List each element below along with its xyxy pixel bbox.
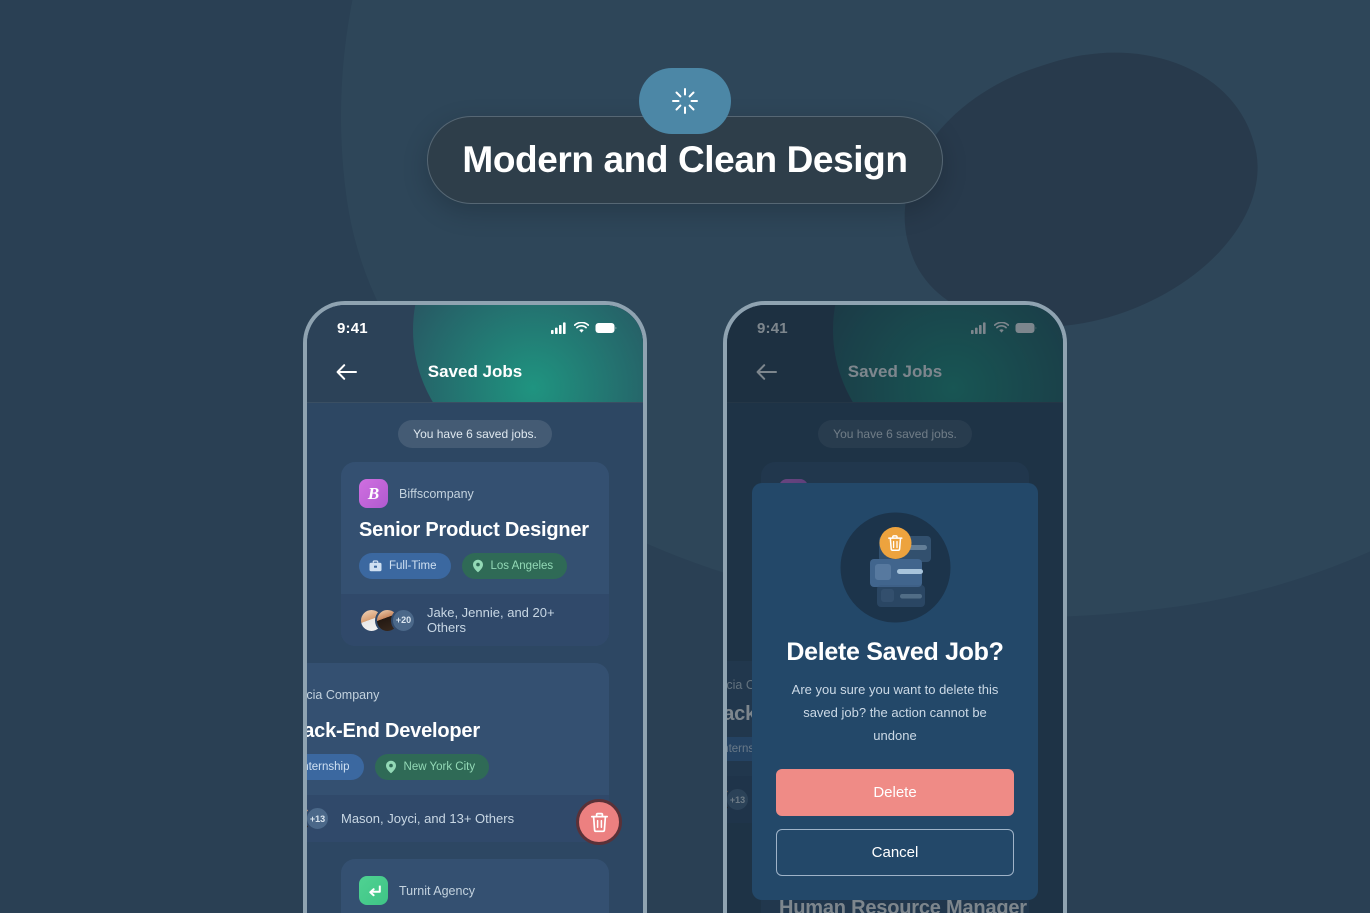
saved-count-badge: You have 6 saved jobs.	[398, 420, 552, 448]
company-name: Biffscompany	[399, 486, 474, 501]
job-card-body: B Biffscompany Senior Product Designer F…	[341, 462, 609, 594]
delete-button[interactable]: Delete	[776, 769, 1014, 817]
job-location-chip: Los Angeles	[461, 553, 568, 579]
app-screen-left: 9:41 Saved Jobs You have 6 saved jobs. B…	[307, 305, 643, 913]
poster-canvas: Modern and Clean Design 9:41 Saved Jobs …	[0, 0, 1370, 913]
company-name: Macia Company	[307, 687, 380, 702]
turnit-agency-logo-icon	[359, 876, 388, 905]
job-type-chip: Internship	[307, 754, 364, 780]
job-type-label: Internship	[307, 761, 350, 773]
dialog-message: Are you sure you want to delete this sav…	[791, 682, 999, 743]
job-type-label: Full-Time	[389, 560, 437, 572]
job-card-body: Turnit Agency Human Resource Manager Ful…	[341, 859, 609, 913]
applicant-avatars: +13	[307, 806, 330, 831]
banner-badge	[639, 68, 731, 134]
company-logo-letter: B	[367, 483, 380, 503]
cellular-signal-icon	[551, 322, 566, 334]
job-card[interactable]: Turnit Agency Human Resource Manager Ful…	[341, 859, 609, 913]
delete-document-illustration	[837, 509, 954, 626]
job-card-footer: +13 Mason, Joyci, and 13+ Others	[307, 795, 609, 842]
job-location-chip: New York City	[374, 754, 490, 780]
job-chip-row: Full-Time Los Angeles	[359, 553, 591, 579]
saved-count-wrap: You have 6 saved jobs.	[307, 403, 643, 462]
dialog-title: Delete Saved Job?	[786, 638, 1004, 666]
company-row: M Macia Company	[307, 680, 591, 709]
wifi-icon	[574, 322, 589, 333]
back-button[interactable]	[331, 357, 361, 387]
delete-confirm-dialog: Delete Saved Job? Are you sure you want …	[752, 483, 1038, 901]
app-body-left: You have 6 saved jobs. B Biffscompany Se…	[307, 403, 643, 913]
map-pin-icon	[385, 760, 396, 774]
avatar-more-badge: +13	[307, 806, 330, 831]
return-arrow-icon	[368, 885, 381, 897]
company-row: Turnit Agency	[359, 876, 591, 905]
applicant-avatars: +20	[359, 607, 416, 633]
company-row: B Biffscompany	[359, 479, 591, 508]
saved-jobs-list[interactable]: B Biffscompany Senior Product Designer F…	[307, 462, 643, 913]
phone-mockup-left: 9:41 Saved Jobs You have 6 saved jobs. B…	[303, 301, 647, 913]
header-banner: Modern and Clean Design	[427, 68, 943, 204]
arrow-left-icon	[336, 364, 357, 380]
app-screen-right: 9:41	[727, 305, 1063, 913]
nav-bar-left: Saved Jobs	[307, 345, 643, 399]
trash-icon	[590, 812, 608, 832]
job-card[interactable]: M Macia Company Back-End Developer Inter…	[307, 663, 609, 842]
job-card-body: M Macia Company Back-End Developer Inter…	[307, 663, 609, 795]
company-name: Turnit Agency	[399, 883, 475, 898]
cancel-button[interactable]: Cancel	[776, 829, 1014, 877]
job-title: Senior Product Designer	[359, 519, 589, 541]
applicants-text: Mason, Joyci, and 13+ Others	[341, 811, 515, 826]
status-icons	[551, 322, 617, 334]
job-card[interactable]: B Biffscompany Senior Product Designer F…	[341, 462, 609, 646]
map-pin-icon	[472, 559, 483, 573]
job-location-label: Los Angeles	[490, 560, 554, 572]
job-title: Back-End Developer	[307, 720, 480, 742]
avatar-more-badge: +20	[391, 607, 416, 633]
sparkle-loading-icon	[672, 88, 698, 114]
phone-mockup-right: 9:41	[723, 301, 1067, 913]
status-time: 9:41	[337, 319, 368, 337]
biffscompany-logo-icon: B	[359, 479, 388, 508]
app-header-left: 9:41 Saved Jobs	[307, 305, 643, 403]
swipe-delete-button[interactable]	[576, 799, 622, 845]
job-type-chip: Full-Time	[359, 553, 451, 579]
job-location-label: New York City	[403, 761, 476, 773]
battery-icon	[595, 323, 617, 333]
page-title: Modern and Clean Design	[462, 139, 908, 180]
status-bar-left: 9:41	[307, 305, 643, 345]
applicants-text: Jake, Jennie, and 20+ Others	[427, 605, 555, 635]
briefcase-icon	[369, 560, 382, 572]
job-card-footer: +20 Jake, Jennie, and 20+ Others	[341, 594, 609, 646]
job-chip-row: Internship New York City	[307, 754, 591, 780]
